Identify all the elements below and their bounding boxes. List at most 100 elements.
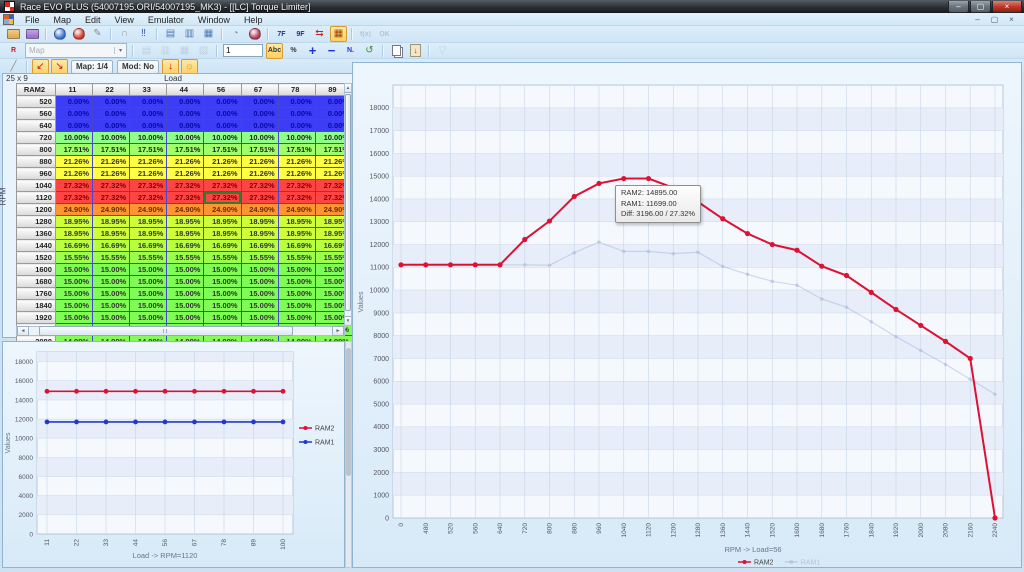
- cell-640-67[interactable]: 0.00%: [241, 120, 278, 132]
- cell-520-11[interactable]: 0.00%: [55, 96, 92, 108]
- cell-1680-11[interactable]: 15.00%: [55, 276, 92, 288]
- magnet-icon[interactable]: ∩: [116, 26, 133, 42]
- mod-status[interactable]: Mod: No: [117, 60, 159, 74]
- cell-520-56[interactable]: 0.00%: [204, 96, 241, 108]
- properties-icon[interactable]: ‼: [135, 26, 152, 42]
- cell-720-11[interactable]: 10.00%: [55, 132, 92, 144]
- cell-1040-56[interactable]: 27.32%: [204, 180, 241, 192]
- col-header-44[interactable]: 44: [167, 84, 204, 96]
- cell-1120-44[interactable]: 27.32%: [167, 192, 204, 204]
- cell-1360-56[interactable]: 18.95%: [204, 228, 241, 240]
- recalc-icon[interactable]: ↺: [361, 43, 378, 59]
- row-header-1600[interactable]: 1600: [17, 264, 56, 276]
- menu-window[interactable]: Window: [191, 15, 237, 25]
- cell-520-22[interactable]: 0.00%: [93, 96, 130, 108]
- map-combo[interactable]: Map▾: [25, 43, 127, 58]
- cell-1840-22[interactable]: 15.00%: [93, 300, 130, 312]
- mdi-minimize-button[interactable]: –: [971, 15, 984, 24]
- cell-720-78[interactable]: 10.00%: [278, 132, 315, 144]
- cell-1520-67[interactable]: 15.55%: [241, 252, 278, 264]
- row-header-520[interactable]: 520: [17, 96, 56, 108]
- cell-1920-44[interactable]: 15.00%: [167, 312, 204, 324]
- menu-edit[interactable]: Edit: [78, 15, 108, 25]
- restore-button[interactable]: ▢: [970, 1, 991, 13]
- row-header-1440[interactable]: 1440: [17, 240, 56, 252]
- cell-520-67[interactable]: 0.00%: [241, 96, 278, 108]
- cell-1120-33[interactable]: 27.32%: [130, 192, 167, 204]
- table-horizontal-scrollbar[interactable]: ◄ ►: [16, 326, 345, 336]
- cell-800-67[interactable]: 17.51%: [241, 144, 278, 156]
- cell-560-22[interactable]: 0.00%: [93, 108, 130, 120]
- cell-1600-33[interactable]: 15.00%: [130, 264, 167, 276]
- cell-1920-11[interactable]: 15.00%: [55, 312, 92, 324]
- scroll-up-icon[interactable]: ▲: [345, 84, 351, 93]
- cell-1200-33[interactable]: 24.90%: [130, 204, 167, 216]
- col-header-78[interactable]: 78: [278, 84, 315, 96]
- cell-1120-56[interactable]: 27.32%: [204, 192, 241, 204]
- increase-icon[interactable]: +: [304, 43, 321, 59]
- cell-1280-67[interactable]: 18.95%: [241, 216, 278, 228]
- menu-view[interactable]: View: [108, 15, 141, 25]
- cell-1760-56[interactable]: 15.00%: [204, 288, 241, 300]
- pen-tool-icon[interactable]: ✎: [89, 26, 106, 42]
- cell-1840-78[interactable]: 15.00%: [278, 300, 315, 312]
- scroll-right-icon[interactable]: ►: [332, 326, 344, 336]
- cell-1360-11[interactable]: 18.95%: [55, 228, 92, 240]
- col-header-11[interactable]: 11: [55, 84, 92, 96]
- copy-icon[interactable]: [388, 43, 405, 59]
- cell-720-56[interactable]: 10.00%: [204, 132, 241, 144]
- cell-1840-67[interactable]: 15.00%: [241, 300, 278, 312]
- menu-file[interactable]: File: [18, 15, 47, 25]
- cell-520-33[interactable]: 0.00%: [130, 96, 167, 108]
- cell-1440-44[interactable]: 16.69%: [167, 240, 204, 252]
- cell-1360-78[interactable]: 18.95%: [278, 228, 315, 240]
- row-header-880[interactable]: 880: [17, 156, 56, 168]
- minimize-button[interactable]: –: [948, 1, 969, 13]
- col-header-56[interactable]: 56: [204, 84, 241, 96]
- cell-1520-78[interactable]: 15.55%: [278, 252, 315, 264]
- cell-720-33[interactable]: 10.00%: [130, 132, 167, 144]
- cell-1840-11[interactable]: 15.00%: [55, 300, 92, 312]
- cell-1280-22[interactable]: 18.95%: [93, 216, 130, 228]
- cell-1440-67[interactable]: 16.69%: [241, 240, 278, 252]
- row-header-1760[interactable]: 1760: [17, 288, 56, 300]
- vertical-scroll-thumb[interactable]: [345, 94, 351, 311]
- cell-560-67[interactable]: 0.00%: [241, 108, 278, 120]
- cell-1360-67[interactable]: 18.95%: [241, 228, 278, 240]
- cell-720-44[interactable]: 10.00%: [167, 132, 204, 144]
- cell-1120-22[interactable]: 27.32%: [93, 192, 130, 204]
- cell-960-67[interactable]: 21.26%: [241, 168, 278, 180]
- row-header-640[interactable]: 640: [17, 120, 56, 132]
- cell-560-78[interactable]: 0.00%: [278, 108, 315, 120]
- close-button[interactable]: ×: [992, 1, 1022, 13]
- mdi-restore-button[interactable]: ▢: [988, 15, 1001, 24]
- cell-1280-44[interactable]: 18.95%: [167, 216, 204, 228]
- col-header-22[interactable]: 22: [93, 84, 130, 96]
- cell-1920-22[interactable]: 15.00%: [93, 312, 130, 324]
- row-header-800[interactable]: 800: [17, 144, 56, 156]
- cell-640-33[interactable]: 0.00%: [130, 120, 167, 132]
- cell-1680-22[interactable]: 15.00%: [93, 276, 130, 288]
- window-cascade-icon[interactable]: ▥: [181, 26, 198, 42]
- cell-1120-67[interactable]: 27.32%: [241, 192, 278, 204]
- row-header-720[interactable]: 720: [17, 132, 56, 144]
- cell-1920-78[interactable]: 15.00%: [278, 312, 315, 324]
- cell-560-33[interactable]: 0.00%: [130, 108, 167, 120]
- cell-1280-78[interactable]: 18.95%: [278, 216, 315, 228]
- cell-1840-44[interactable]: 15.00%: [167, 300, 204, 312]
- cell-640-11[interactable]: 0.00%: [55, 120, 92, 132]
- cell-1600-11[interactable]: 15.00%: [55, 264, 92, 276]
- cell-1520-33[interactable]: 15.55%: [130, 252, 167, 264]
- cell-1280-33[interactable]: 18.95%: [130, 216, 167, 228]
- folders-icon[interactable]: [24, 26, 41, 42]
- cell-1040-67[interactable]: 27.32%: [241, 180, 278, 192]
- menu-emulator[interactable]: Emulator: [141, 15, 191, 25]
- row-header-960[interactable]: 960: [17, 168, 56, 180]
- cell-1280-56[interactable]: 18.95%: [204, 216, 241, 228]
- cell-1120-11[interactable]: 27.32%: [55, 192, 92, 204]
- cell-880-33[interactable]: 21.26%: [130, 156, 167, 168]
- window-split-icon[interactable]: ▦: [200, 26, 217, 42]
- cell-1760-33[interactable]: 15.00%: [130, 288, 167, 300]
- cell-1760-11[interactable]: 15.00%: [55, 288, 92, 300]
- cell-720-22[interactable]: 10.00%: [93, 132, 130, 144]
